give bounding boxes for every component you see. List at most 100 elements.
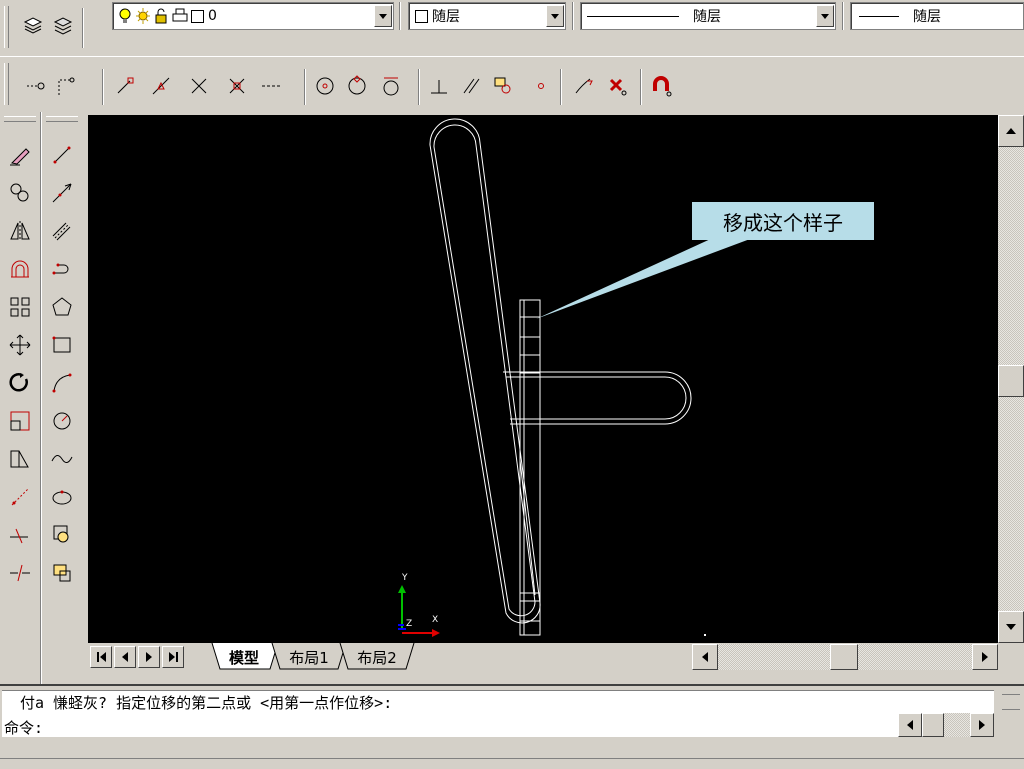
- extend-button[interactable]: [3, 516, 37, 554]
- command-resize-grip[interactable]: [1002, 694, 1020, 710]
- post-diagonal: [519, 459, 536, 596]
- toolbar-separator: [418, 69, 420, 105]
- snap-midpoint-button[interactable]: [148, 73, 174, 99]
- color-dropdown-arrow[interactable]: [546, 5, 564, 27]
- mirror-button[interactable]: [3, 212, 37, 250]
- move-button[interactable]: [3, 326, 37, 364]
- temp-track-button[interactable]: [22, 73, 48, 99]
- snap-intersection-button[interactable]: [186, 73, 212, 99]
- tab-last-button[interactable]: [162, 646, 184, 668]
- intersection-icon: [191, 78, 207, 94]
- parallel-icon: [463, 78, 480, 94]
- circle-button[interactable]: [45, 402, 79, 440]
- command-window: 付a 慊蛏灰? 指定位移的第二点或 <用第一点作位移>: 命令:: [0, 684, 1024, 769]
- snap-none-button[interactable]: [604, 73, 630, 99]
- command-scroll-left-button[interactable]: [898, 713, 922, 737]
- snap-from-button[interactable]: [52, 73, 78, 99]
- callout-label: 移成这个样子: [692, 202, 874, 240]
- snap-parallel-button[interactable]: [458, 73, 484, 99]
- endpoint-icon: [117, 77, 134, 94]
- trim-button[interactable]: [3, 478, 37, 516]
- multiline-button[interactable]: [45, 212, 79, 250]
- polyline-icon: [52, 263, 69, 275]
- command-prompt: 命令:: [4, 719, 44, 737]
- make-block-icon: [53, 564, 71, 582]
- toolbar-grip[interactable]: [4, 6, 9, 48]
- layer-previous-button[interactable]: [50, 12, 76, 38]
- snap-node-button[interactable]: [528, 73, 554, 99]
- rectangle-button[interactable]: [45, 326, 79, 364]
- tab-layout1[interactable]: 布局1: [280, 646, 338, 668]
- command-scroll-thumb[interactable]: [922, 713, 944, 737]
- line-button[interactable]: [45, 136, 79, 174]
- scroll-down-button[interactable]: [998, 611, 1024, 643]
- snap-perpendicular-button[interactable]: [426, 73, 452, 99]
- break-button[interactable]: [3, 554, 37, 592]
- toolbar-grip[interactable]: [4, 63, 9, 105]
- make-block-button[interactable]: [45, 554, 79, 592]
- array-button[interactable]: [3, 288, 37, 326]
- layer-combo[interactable]: 0: [112, 2, 394, 30]
- node-icon: [538, 83, 544, 89]
- ucs-icon: Y X Z: [388, 573, 448, 641]
- snap-endpoint-button[interactable]: [112, 73, 138, 99]
- toolbar-separator: [304, 69, 306, 105]
- rotate-button[interactable]: [3, 364, 37, 402]
- horizontal-scrollbar[interactable]: [692, 644, 998, 670]
- layer-manager-button[interactable]: [20, 12, 46, 38]
- scroll-up-button[interactable]: [998, 115, 1024, 147]
- snap-nearest-button[interactable]: [570, 73, 596, 99]
- insert-block-button[interactable]: [45, 516, 79, 554]
- polyline-button[interactable]: [45, 250, 79, 288]
- command-input-area[interactable]: [2, 713, 898, 737]
- status-bar: [0, 758, 1024, 769]
- arc-button[interactable]: [45, 364, 79, 402]
- lineweight-combo[interactable]: 随层: [850, 2, 1024, 30]
- copy-button[interactable]: [3, 174, 37, 212]
- tab-model[interactable]: 模型: [220, 646, 268, 668]
- drawing-canvas[interactable]: Y X Z: [88, 115, 998, 643]
- toolbar-grip[interactable]: [46, 116, 78, 122]
- ellipse-button[interactable]: [45, 478, 79, 516]
- snap-insert-button[interactable]: [490, 73, 516, 99]
- snap-none-icon: [609, 78, 627, 96]
- spline-icon: [51, 455, 73, 463]
- layer-dropdown-arrow[interactable]: [374, 5, 392, 27]
- tab-prev-button[interactable]: [114, 646, 136, 668]
- toolbar-grip[interactable]: [4, 116, 36, 122]
- scroll-left-button[interactable]: [692, 644, 718, 670]
- center-icon: [316, 77, 334, 95]
- horizontal-scroll-thumb[interactable]: [830, 644, 858, 670]
- linetype-combo[interactable]: 随层: [580, 2, 836, 30]
- command-scrollbar[interactable]: [898, 713, 994, 737]
- vertical-scrollbar[interactable]: [998, 115, 1024, 643]
- snap-quadrant-button[interactable]: [344, 73, 370, 99]
- snap-extension-button[interactable]: [258, 73, 284, 99]
- tab-first-button[interactable]: [90, 646, 112, 668]
- construction-line-button[interactable]: [45, 174, 79, 212]
- snap-tangent-button[interactable]: [378, 73, 404, 99]
- tangent-icon: [383, 77, 399, 96]
- tab-next-button[interactable]: [138, 646, 160, 668]
- vertical-scroll-thumb[interactable]: [998, 365, 1024, 397]
- rectangle-icon: [52, 336, 71, 353]
- osnap-settings-button[interactable]: [648, 73, 674, 99]
- stretch-button[interactable]: [3, 440, 37, 478]
- erase-button[interactable]: [3, 136, 37, 174]
- color-combo[interactable]: 随层: [408, 2, 566, 30]
- tab-layout2[interactable]: 布局2: [348, 646, 406, 668]
- offset-button[interactable]: [3, 250, 37, 288]
- linetype-sample: [587, 15, 679, 17]
- command-scroll-right-button[interactable]: [970, 713, 994, 737]
- perpendicular-icon: [431, 80, 447, 94]
- scroll-right-button[interactable]: [972, 644, 998, 670]
- spline-button[interactable]: [45, 440, 79, 478]
- arc-icon: [52, 373, 72, 393]
- scale-button[interactable]: [3, 402, 37, 440]
- apparent-intersection-icon: [229, 78, 245, 94]
- scale-icon: [10, 411, 30, 431]
- snap-apparent-intersection-button[interactable]: [224, 73, 250, 99]
- snap-center-button[interactable]: [312, 73, 338, 99]
- linetype-dropdown-arrow[interactable]: [816, 5, 834, 27]
- polygon-button[interactable]: [45, 288, 79, 326]
